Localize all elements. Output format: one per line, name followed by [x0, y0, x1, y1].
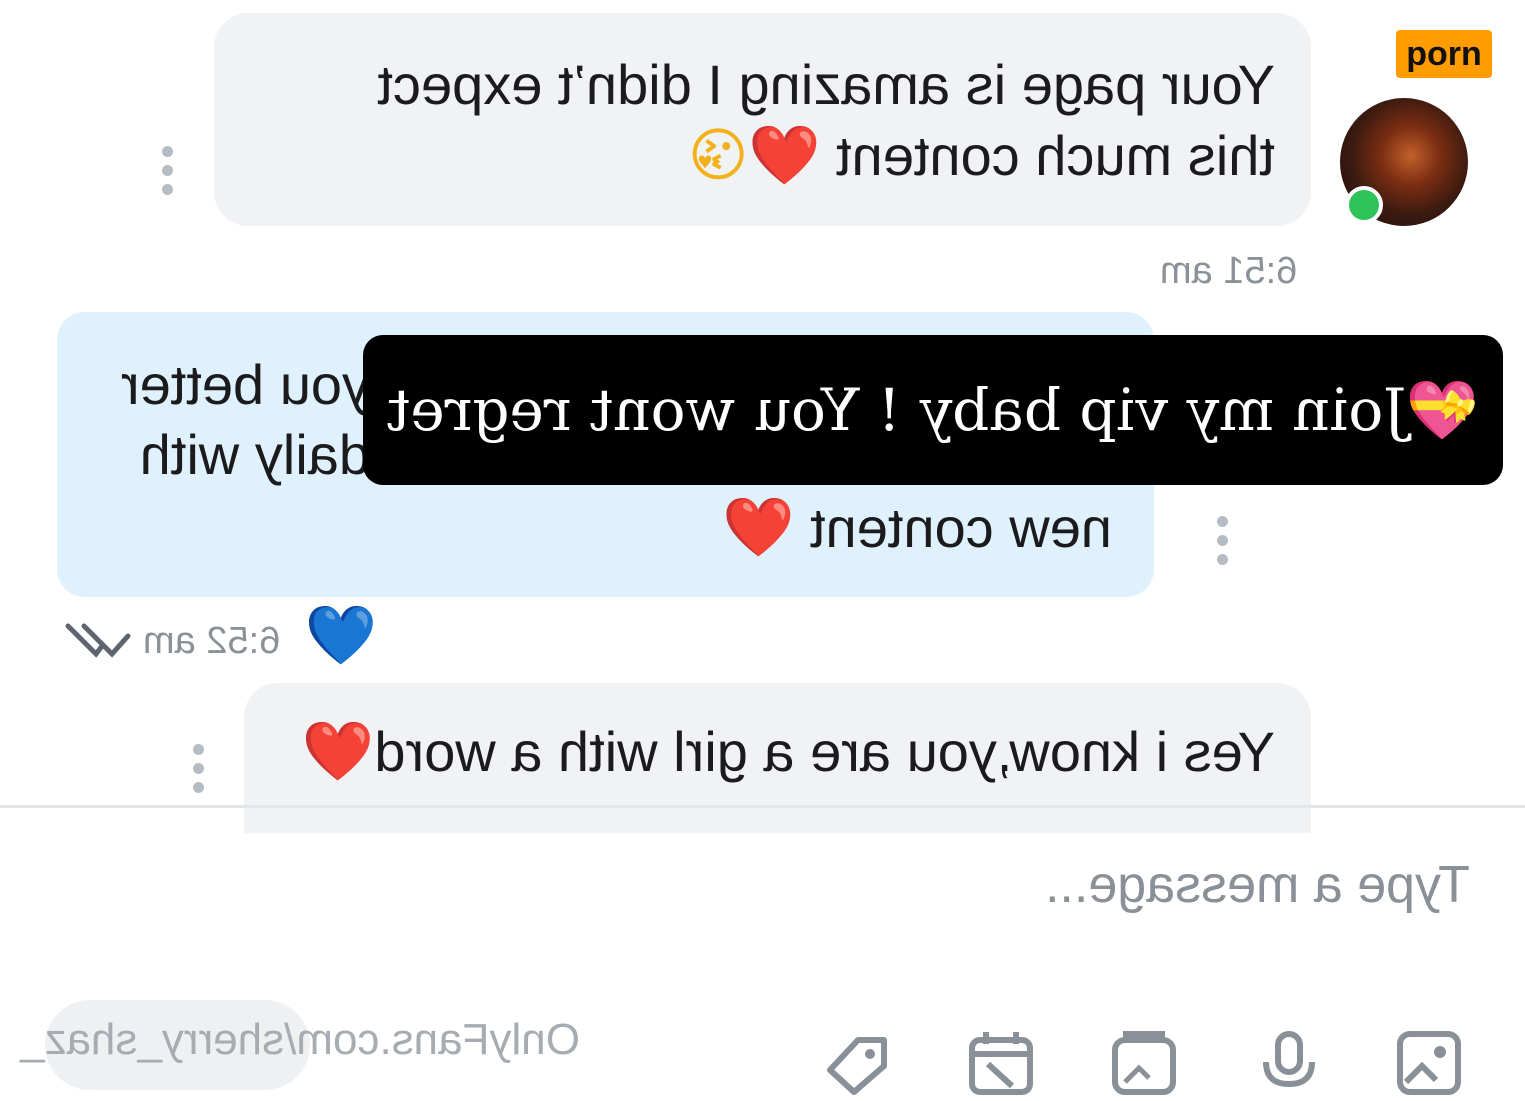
message-options-icon[interactable]: [192, 744, 204, 793]
message-line: Yes i know,you are a girl with a word: [374, 720, 1275, 783]
message-line: daily with: [139, 423, 370, 486]
heart-emoji: ❤️: [302, 717, 375, 785]
microphone-icon[interactable]: [1256, 1030, 1322, 1090]
message-timestamp: 6:51 am: [1160, 250, 1298, 292]
online-status-dot: [1345, 186, 1383, 224]
message-text: Yes i know,you are a girl with a word❤️: [285, 716, 1275, 787]
heart-emoji: ❤️: [722, 493, 795, 561]
message-text: you better daily with: [110, 350, 370, 490]
price-tag-icon[interactable]: [822, 1030, 888, 1095]
message-input[interactable]: Type a message...: [1010, 855, 1470, 915]
reaction-heart-icon[interactable]: 💙: [305, 602, 377, 670]
kiss-emoji: 😘: [687, 121, 749, 189]
message-text: new content ❤️: [712, 492, 1112, 563]
vault-icon[interactable]: [1111, 1030, 1177, 1095]
double-check-icon: [62, 618, 134, 662]
message-line: this much content: [836, 124, 1275, 187]
watermark-text: OnlyFans.com/sherry_shaz_: [20, 1015, 580, 1064]
message-text: Your page is amazing I didn’t expect thi…: [355, 50, 1275, 191]
gift-heart-emoji: 💝: [1406, 376, 1479, 444]
message-options-icon[interactable]: [1216, 516, 1228, 565]
message-line: you better: [120, 353, 370, 416]
calendar-icon[interactable]: [968, 1030, 1034, 1095]
message-options-icon[interactable]: [161, 146, 173, 195]
overlay-text: Join my vip baby ! You wont regret: [387, 376, 1407, 444]
message-line: Your page is amazing I didn’t expect: [377, 53, 1275, 116]
image-icon[interactable]: [1396, 1030, 1462, 1095]
composer-divider: [0, 805, 1525, 808]
brand-badge: porn: [1396, 30, 1492, 78]
message-timestamp: 6:52 am: [143, 620, 281, 662]
promo-overlay-banner: 💝Join my vip baby ! You wont regret: [363, 335, 1503, 485]
heart-emoji: ❤️: [748, 121, 821, 189]
message-line: new content: [810, 496, 1112, 559]
